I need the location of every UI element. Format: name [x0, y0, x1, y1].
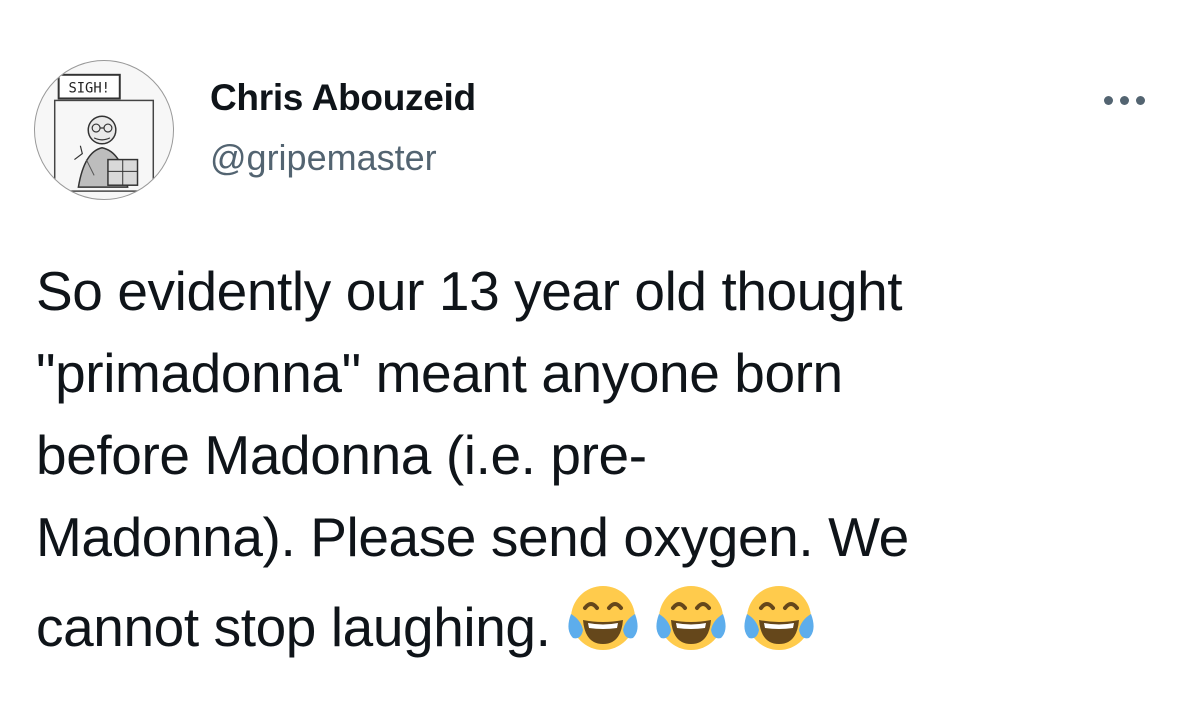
avatar-cartoon-image: SIGH!: [53, 73, 155, 192]
tweet-last-line: cannot stop laughing.: [36, 578, 1156, 668]
author-handle[interactable]: @gripemaster: [210, 136, 437, 180]
face-with-tears-of-joy-icon: [651, 578, 731, 658]
face-with-tears-of-joy-icon: [563, 578, 643, 658]
emoji-row: [563, 578, 819, 658]
tweet-line: So evidently our 13 year old thought: [36, 260, 903, 322]
tweet-line: "primadonna" meant anyone born: [36, 342, 843, 404]
tweet-line: before Madonna (i.e. pre-: [36, 424, 647, 486]
dot: [1135, 95, 1145, 105]
author-display-name[interactable]: Chris Abouzeid: [210, 76, 476, 120]
more-options-icon[interactable]: [1092, 88, 1156, 112]
face-with-tears-of-joy-icon: [739, 578, 819, 658]
tweet-text: So evidently our 13 year old thought "pr…: [36, 250, 1156, 668]
dot: [1119, 95, 1129, 105]
tweet-card: SIGH! Chris Abouzeid @gripemaster So evi…: [0, 0, 1187, 720]
tweet-line: Madonna). Please send oxygen. We: [36, 506, 909, 568]
avatar[interactable]: SIGH!: [34, 60, 174, 200]
dot: [1103, 95, 1113, 105]
tweet-line: cannot stop laughing.: [36, 596, 551, 658]
avatar-sign-text: SIGH!: [68, 81, 109, 97]
